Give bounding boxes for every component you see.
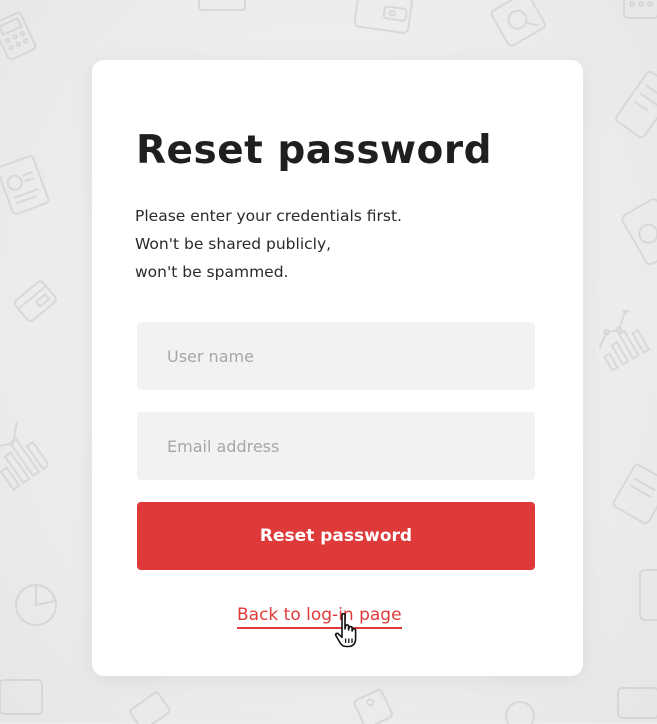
back-to-login-link[interactable]: Back to log-in page [237, 605, 402, 629]
magnifier-chart-icon [620, 198, 657, 278]
line-chart-icon [586, 310, 657, 376]
calculator-icon [630, 560, 657, 630]
hand-pointer-icon [333, 612, 363, 656]
email-input[interactable] [137, 412, 535, 480]
description-line: Please enter your credentials first. [135, 207, 402, 225]
pie-chart-icon [8, 575, 64, 631]
reset-password-button[interactable]: Reset password [137, 502, 535, 570]
wallet-icon [0, 672, 50, 722]
form-description: Please enter your credentials first. Won… [135, 202, 535, 286]
coin-icon [618, 0, 657, 26]
bar-chart-icon [0, 420, 48, 496]
document-icon [608, 458, 657, 526]
card-icon [610, 682, 657, 724]
wallet-icon [348, 0, 420, 40]
description-line: Won't be shared publicly, [135, 235, 332, 253]
description-line: won't be spammed. [135, 263, 289, 281]
username-input[interactable] [137, 322, 535, 390]
clipboard-chart-icon [0, 150, 54, 220]
calculator-icon [0, 10, 40, 64]
document-icon [615, 62, 657, 152]
reset-password-card: Reset password Please enter your credent… [92, 60, 583, 676]
page-title: Reset password [136, 128, 493, 173]
document-icon [195, 0, 251, 14]
card-icon [6, 272, 66, 332]
magnifier-chart-icon [488, 0, 554, 50]
coin-icon [500, 694, 540, 724]
clipboard-chart-icon [345, 688, 399, 724]
bar-chart-icon [122, 690, 172, 724]
